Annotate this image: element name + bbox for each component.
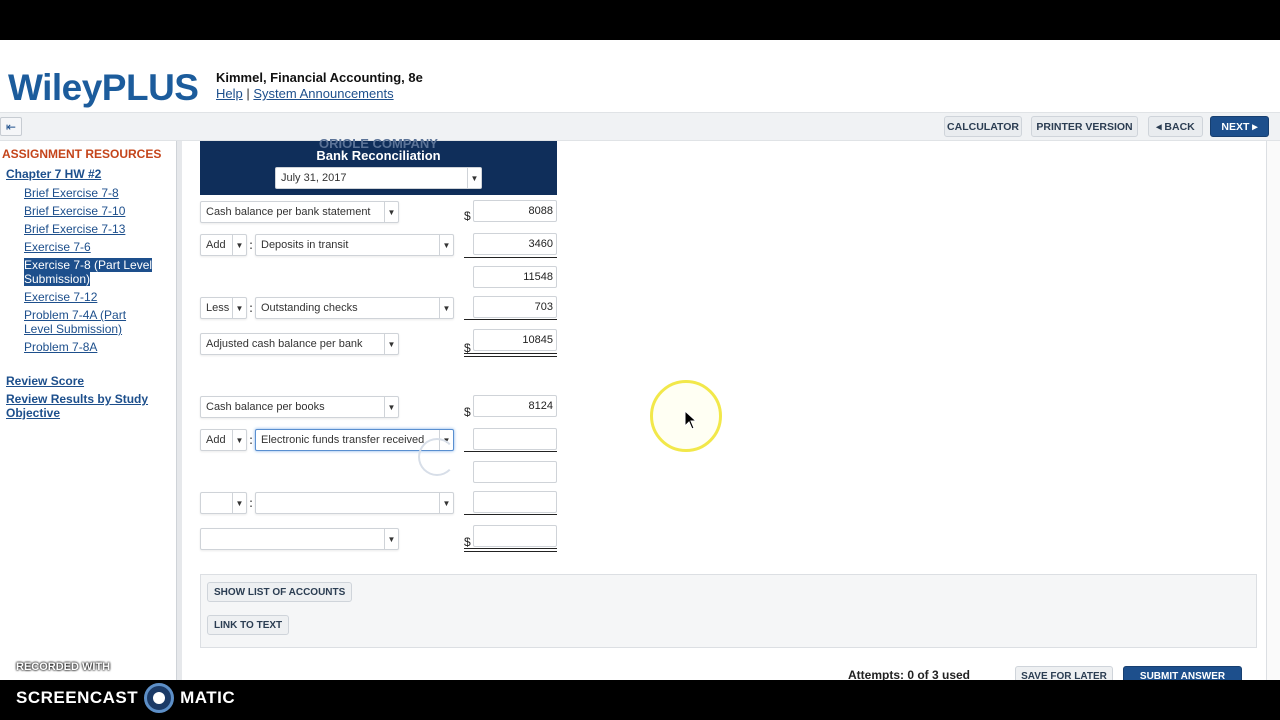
- date-value: July 31, 2017: [281, 172, 347, 184]
- next-button[interactable]: NEXT ▸: [1210, 116, 1269, 137]
- book-add-item-label: Electronic funds transfer received: [261, 434, 425, 446]
- mouse-cursor-icon: [684, 410, 698, 430]
- bank-less-op-value: Less: [206, 302, 230, 314]
- recording-top-bar: [0, 0, 1280, 40]
- book-op2-select[interactable]: ▼: [200, 492, 247, 514]
- colon-separator: :: [249, 496, 254, 510]
- chevron-down-icon: ▼: [439, 298, 453, 318]
- book-title: Kimmel, Financial Accounting, 8e: [216, 70, 423, 85]
- sidebar-item-exercise-7-8[interactable]: Exercise 7-8 (Part Level: [24, 258, 153, 272]
- loading-spinner-icon: [418, 438, 456, 476]
- bank-add-op-select[interactable]: Add ▼: [200, 234, 247, 256]
- review-results-link[interactable]: Review Results by Study: [6, 392, 148, 406]
- system-announcements-link[interactable]: System Announcements: [253, 86, 393, 101]
- chevron-down-icon: ▼: [439, 493, 453, 513]
- book-amount2-input[interactable]: [473, 491, 557, 513]
- colon-separator: :: [249, 433, 254, 447]
- book-subtotal-input[interactable]: [473, 461, 557, 483]
- bank-adjusted-select[interactable]: Adjusted cash balance per bank ▼: [200, 333, 399, 355]
- link-separator: |: [246, 86, 250, 101]
- bank-add-item-label: Deposits in transit: [261, 239, 349, 251]
- printer-version-button[interactable]: PRINTER VERSION: [1031, 116, 1138, 137]
- bank-adjusted-input[interactable]: 10845: [473, 329, 557, 351]
- resources-panel: [200, 574, 1257, 648]
- double-underline: [464, 353, 557, 357]
- bank-less-item-select[interactable]: Outstanding checks ▼: [255, 297, 454, 319]
- bank-add-item-select[interactable]: Deposits in transit ▼: [255, 234, 454, 256]
- assignment-resources-title: ASSIGNMENT RESOURCES: [2, 147, 162, 161]
- chevron-down-icon: ▼: [232, 493, 246, 513]
- review-results-link-cont[interactable]: Objective: [6, 406, 60, 420]
- sidebar-item-exercise-7-8-cont[interactable]: Submission): [24, 272, 91, 286]
- link-to-text-button[interactable]: LINK TO TEXT: [207, 615, 290, 635]
- sidebar-item-problem-7-8a[interactable]: Problem 7-8A: [24, 340, 97, 354]
- record-icon: [144, 683, 175, 713]
- book-cash-balance-input[interactable]: 8124: [473, 395, 557, 417]
- book-final-input[interactable]: [473, 525, 557, 547]
- help-link[interactable]: Help: [216, 86, 243, 101]
- bank-less-item-label: Outstanding checks: [261, 302, 358, 314]
- date-select[interactable]: July 31, 2017 ▼: [275, 167, 482, 189]
- sidebar-item-brief-7-8[interactable]: Brief Exercise 7-8: [24, 186, 119, 200]
- chevron-down-icon: ▼: [232, 235, 246, 255]
- sidebar-item-brief-7-10[interactable]: Brief Exercise 7-10: [24, 204, 125, 218]
- sidebar-item-brief-7-13[interactable]: Brief Exercise 7-13: [24, 222, 125, 236]
- collapse-sidebar-button[interactable]: ⇤: [0, 117, 22, 136]
- bank-adjusted-label: Adjusted cash balance per bank: [206, 338, 363, 350]
- colon-separator: :: [249, 301, 254, 315]
- book-cash-balance-label: Cash balance per books: [206, 401, 325, 413]
- underline: [464, 514, 557, 515]
- chevron-down-icon: ▼: [467, 168, 481, 188]
- book-add-op-value: Add: [206, 434, 226, 446]
- calculator-button[interactable]: CALCULATOR: [944, 116, 1022, 137]
- chevron-down-icon: ▼: [384, 202, 398, 222]
- wileyplus-logo[interactable]: WileyPLUS: [8, 67, 199, 109]
- brand-left: SCREENCAST: [16, 688, 139, 707]
- book-add-amount-input[interactable]: [473, 428, 557, 450]
- screencast-o-matic-logo: SCREENCAST MATIC: [16, 683, 235, 713]
- underline: [464, 451, 557, 452]
- sidebar-item-problem-7-4a[interactable]: Problem 7-4A (Part: [24, 308, 126, 322]
- show-list-of-accounts-button[interactable]: SHOW LIST OF ACCOUNTS: [207, 582, 353, 602]
- back-button[interactable]: ◂ BACK: [1148, 116, 1203, 137]
- chevron-down-icon: ▼: [232, 298, 246, 318]
- recorded-with-label: RECORDED WITH: [16, 661, 111, 673]
- chapter-link[interactable]: Chapter 7 HW #2: [6, 167, 101, 181]
- underline: [464, 319, 557, 320]
- bank-less-op-select[interactable]: Less ▼: [200, 297, 247, 319]
- scrollbar[interactable]: [1266, 141, 1280, 681]
- book-final-select[interactable]: ▼: [200, 528, 399, 550]
- double-underline: [464, 548, 557, 552]
- book-cash-balance-select[interactable]: Cash balance per books ▼: [200, 396, 399, 418]
- bank-cash-balance-input[interactable]: 8088: [473, 200, 557, 222]
- chevron-down-icon: ▼: [232, 430, 246, 450]
- book-add-op-select[interactable]: Add ▼: [200, 429, 247, 451]
- sidebar-item-problem-7-4a-cont[interactable]: Level Submission): [24, 322, 122, 336]
- review-score-link[interactable]: Review Score: [6, 374, 84, 388]
- header-links: Help | System Announcements: [216, 86, 394, 101]
- book-item2-select[interactable]: ▼: [255, 492, 454, 514]
- reconciliation-title: Bank Reconciliation: [316, 148, 441, 163]
- bank-cash-balance-label: Cash balance per bank statement: [206, 206, 371, 218]
- bank-add-op-value: Add: [206, 239, 226, 251]
- chevron-down-icon: ▼: [384, 397, 398, 417]
- chevron-down-icon: ▼: [384, 334, 398, 354]
- sidebar-item-exercise-7-12[interactable]: Exercise 7-12: [24, 290, 97, 304]
- brand-right: MATIC: [180, 688, 236, 707]
- bank-subtotal-input[interactable]: 11548: [473, 266, 557, 288]
- bank-add-amount-input[interactable]: 3460: [473, 233, 557, 255]
- currency-symbol: $: [464, 209, 471, 223]
- bank-less-amount-input[interactable]: 703: [473, 296, 557, 318]
- sidebar-divider[interactable]: [176, 141, 182, 681]
- sidebar-item-exercise-7-6[interactable]: Exercise 7-6: [24, 240, 91, 254]
- chevron-down-icon: ▼: [384, 529, 398, 549]
- currency-symbol: $: [464, 535, 471, 549]
- bank-cash-balance-select[interactable]: Cash balance per bank statement ▼: [200, 201, 399, 223]
- colon-separator: :: [249, 238, 254, 252]
- currency-symbol: $: [464, 405, 471, 419]
- chevron-down-icon: ▼: [439, 235, 453, 255]
- underline: [464, 257, 557, 258]
- sidebar-toggle-icon: ⇤: [5, 119, 17, 134]
